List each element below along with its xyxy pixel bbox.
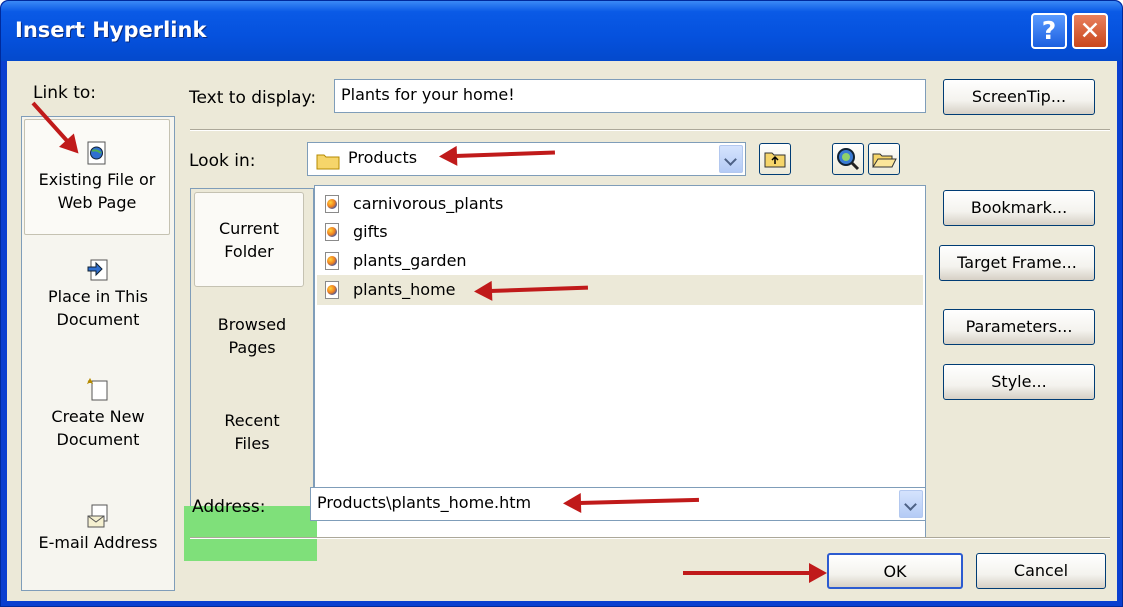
target-frame-button[interactable]: Target Frame... — [939, 245, 1095, 281]
address-label: Address: — [192, 497, 266, 517]
address-input[interactable]: Products\plants_home.htm — [310, 487, 926, 521]
screentip-button[interactable]: ScreenTip... — [943, 79, 1095, 115]
link-to-place-line1: Place in This — [48, 287, 148, 306]
firefox-html-file-icon — [325, 281, 339, 299]
file-list[interactable]: carnivorous_plants gifts plants_garden p… — [314, 185, 926, 538]
folder-icon — [316, 150, 340, 175]
browse-web-button[interactable] — [832, 143, 864, 175]
firefox-html-file-icon — [325, 252, 339, 270]
insert-hyperlink-dialog: Insert Hyperlink ? ✕ Link to: Existing F… — [0, 0, 1123, 607]
file-name: carnivorous_plants — [353, 194, 504, 213]
separator-top — [190, 129, 1110, 131]
text-to-display-label: Text to display: — [189, 88, 317, 108]
place-browsed-line2: Pages — [228, 338, 276, 357]
browse-file-button[interactable] — [868, 143, 900, 175]
close-button[interactable]: ✕ — [1072, 13, 1108, 49]
separator-bottom — [190, 537, 1110, 539]
title-bar[interactable]: Insert Hyperlink ? ✕ — [1, 1, 1122, 61]
up-folder-icon — [764, 152, 786, 168]
list-item[interactable]: carnivorous_plants — [317, 189, 923, 219]
place-browsed-line1: Browsed — [217, 315, 287, 334]
link-to-email-address[interactable]: E-mail Address — [22, 503, 174, 554]
chevron-down-icon[interactable] — [899, 490, 923, 518]
place-recent-line1: Recent — [224, 411, 280, 430]
dialog-title: Insert Hyperlink — [15, 18, 207, 42]
cancel-button[interactable]: Cancel — [976, 553, 1106, 589]
firefox-html-file-icon — [325, 195, 339, 213]
link-to-place-line2: Document — [56, 310, 140, 329]
list-item[interactable]: plants_garden — [317, 246, 923, 276]
open-folder-icon — [872, 153, 897, 168]
look-in-dropdown[interactable]: Products — [307, 142, 746, 176]
help-button[interactable]: ? — [1031, 13, 1067, 49]
link-to-create-new-document[interactable]: Create New Document — [22, 377, 174, 451]
list-item-selected[interactable]: plants_home — [317, 275, 923, 305]
address-value: Products\plants_home.htm — [317, 493, 532, 512]
look-in-value: Products — [348, 148, 418, 167]
parameters-button[interactable]: Parameters... — [943, 309, 1095, 345]
link-to-existing-file-line1: Existing File or — [38, 170, 156, 189]
chevron-down-icon[interactable] — [719, 145, 743, 173]
new-document-icon — [85, 377, 111, 403]
place-current-line1: Current — [218, 219, 280, 238]
look-in-label: Look in: — [189, 151, 256, 171]
firefox-html-file-icon — [325, 223, 339, 241]
ok-button[interactable]: OK — [827, 553, 963, 589]
link-to-existing-file-line2: Web Page — [57, 193, 137, 212]
places-bar: Current Folder Browsed Pages Recent File… — [190, 188, 314, 538]
dialog-body: Link to: Existing File or Web Page Place… — [7, 61, 1117, 601]
link-to-email-label: E-mail Address — [38, 533, 158, 552]
link-to-create-new-line1: Create New — [51, 407, 145, 426]
link-to-place-in-document[interactable]: Place in This Document — [22, 257, 174, 331]
browse-web-icon — [837, 148, 860, 171]
up-one-folder-button[interactable] — [759, 143, 791, 175]
place-recent-files[interactable]: Recent Files — [191, 409, 313, 455]
place-current-line2: Folder — [224, 242, 274, 261]
bookmark-button[interactable]: Bookmark... — [943, 190, 1095, 226]
annotation-arrow-ok — [683, 563, 827, 583]
web-page-icon — [84, 140, 110, 166]
place-in-document-icon — [85, 257, 111, 283]
place-recent-line2: Files — [234, 434, 270, 453]
link-to-create-new-line2: Document — [56, 430, 140, 449]
file-name: gifts — [353, 222, 388, 241]
link-to-label: Link to: — [33, 83, 97, 103]
text-to-display-input[interactable]: Plants for your home! — [334, 79, 926, 113]
place-current-folder[interactable]: Current Folder — [194, 192, 304, 287]
link-to-existing-file[interactable]: Existing File or Web Page — [24, 119, 170, 235]
style-button[interactable]: Style... — [943, 364, 1095, 400]
place-browsed-pages[interactable]: Browsed Pages — [191, 313, 313, 359]
file-name: plants_home — [353, 280, 456, 299]
file-name: plants_garden — [353, 251, 467, 270]
list-item[interactable]: gifts — [317, 217, 923, 247]
link-to-bar: Existing File or Web Page Place in This … — [21, 116, 175, 591]
email-address-icon — [85, 503, 111, 529]
